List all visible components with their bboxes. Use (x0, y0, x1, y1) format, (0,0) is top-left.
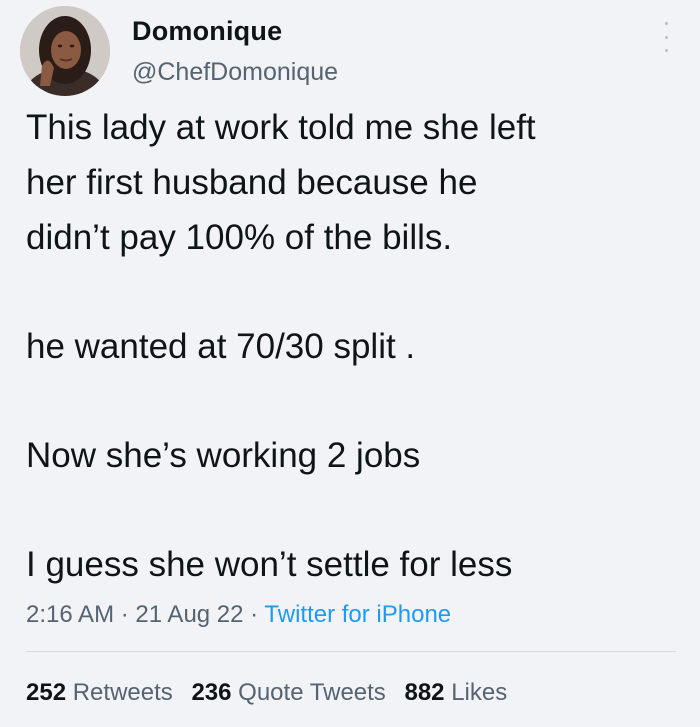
tweet-meta: 2:16 AM · 21 Aug 22 · Twitter for iPhone (26, 597, 451, 633)
retweets-count: 252 (26, 679, 67, 706)
quote-tweets-stat[interactable]: 236 Quote Tweets (191, 679, 385, 706)
divider (26, 651, 676, 652)
likes-count: 882 (404, 679, 445, 706)
tweet-date[interactable]: 21 Aug 22 (135, 601, 243, 628)
tweet-line: Now she’s working 2 jobs (26, 436, 421, 475)
tweet-time[interactable]: 2:16 AM (26, 601, 114, 628)
more-vertical-icon[interactable] (660, 22, 672, 52)
avatar[interactable] (20, 6, 110, 96)
tweet-line: he wanted at 70/30 split . (26, 327, 416, 366)
likes-label: Likes (451, 679, 508, 706)
tweet-line: didn’t pay 100% of the bills. (26, 218, 453, 257)
tweet-line: her first husband because he (26, 163, 478, 202)
quote-tweets-count: 236 (191, 679, 232, 706)
tweet-text: This lady at work told me she left her f… (26, 100, 676, 592)
tweet-header: Domonique @ChefDomonique (20, 6, 680, 96)
user-handle[interactable]: @ChefDomonique (132, 54, 338, 90)
retweets-stat[interactable]: 252 Retweets (26, 679, 173, 706)
tweet-line: This lady at work told me she left (26, 108, 536, 147)
tweet-card: Domonique @ChefDomonique This lady at wo… (0, 0, 700, 727)
display-name[interactable]: Domonique (132, 14, 338, 48)
quote-tweets-label: Quote Tweets (238, 679, 386, 706)
meta-separator: · (243, 601, 265, 628)
tweet-line: I guess she won’t settle for less (26, 545, 513, 584)
avatar-image (20, 6, 110, 96)
retweets-label: Retweets (72, 679, 173, 706)
tweet-stats: 252 Retweets 236 Quote Tweets 882 Likes (26, 675, 519, 711)
author-names: Domonique @ChefDomonique (132, 14, 338, 90)
likes-stat[interactable]: 882 Likes (404, 679, 507, 706)
meta-separator: · (114, 601, 136, 628)
tweet-source-link[interactable]: Twitter for iPhone (264, 601, 451, 628)
